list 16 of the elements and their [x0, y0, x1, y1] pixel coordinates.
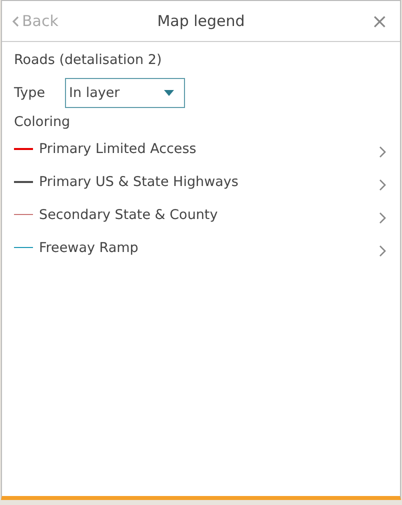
- chevron-right-icon: [379, 146, 386, 158]
- chevron-right-icon: [379, 212, 386, 224]
- close-button[interactable]: ×: [369, 11, 390, 31]
- chevron-right-icon: [379, 244, 386, 256]
- coloring-heading: Coloring: [14, 114, 72, 130]
- legend-item[interactable]: Primary US & State Highways: [14, 165, 388, 198]
- chevron-left-icon: [12, 16, 19, 26]
- legend-item[interactable]: Freeway Ramp: [14, 231, 388, 264]
- dropdown-caret-icon: [164, 90, 174, 96]
- panel-title: Map legend: [157, 12, 245, 30]
- layer-title: Roads (detalisation 2): [14, 52, 163, 68]
- legend-item[interactable]: Secondary State & County: [14, 198, 388, 231]
- chevron-right-icon: [379, 178, 386, 190]
- legend-item[interactable]: Primary Limited Access: [14, 132, 388, 165]
- type-dropdown[interactable]: In layer: [65, 78, 186, 108]
- type-label: Type: [14, 85, 46, 101]
